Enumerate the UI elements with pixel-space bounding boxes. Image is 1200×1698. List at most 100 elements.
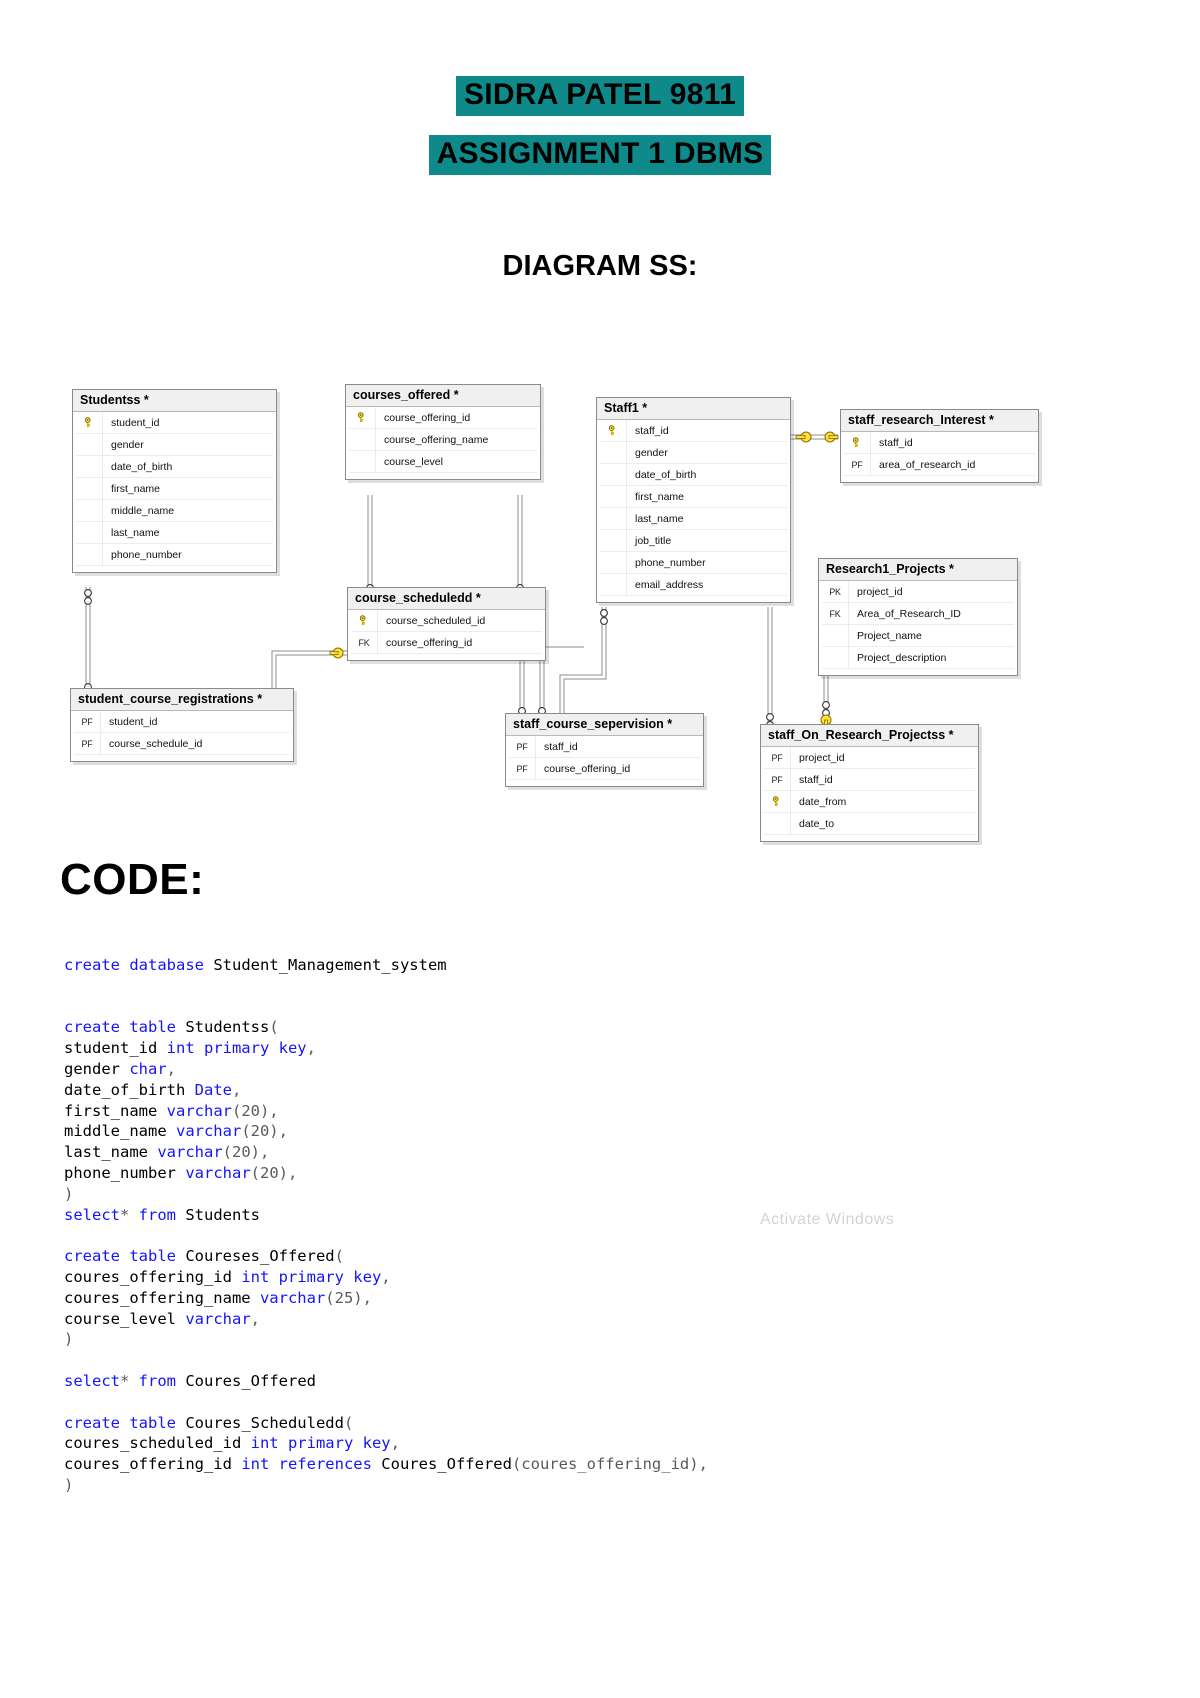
column-gutter — [600, 574, 627, 595]
er-table[interactable]: staff_course_sepervision * PF staff_id PF co… — [505, 713, 704, 787]
code-token: Coures_Offered — [381, 1455, 512, 1474]
er-column-name: phone_number — [635, 556, 706, 569]
title-line-1: SIDRA PATEL 9811 — [0, 76, 1200, 116]
code-token: primary — [278, 1267, 354, 1286]
er-table-title: staff_On_Research_Projectss * — [761, 725, 978, 747]
code-token: Studentss — [185, 1018, 270, 1037]
code-token: table — [129, 1247, 186, 1266]
code-token: select — [64, 1205, 120, 1224]
er-table[interactable]: student_course_registrations * PF student_… — [70, 688, 294, 762]
code-token: (20), — [222, 1143, 270, 1162]
primary-key-icon — [844, 432, 871, 453]
er-column-name: first_name — [111, 482, 161, 495]
code-token: (20), — [231, 1101, 279, 1120]
column-gutter — [600, 486, 627, 507]
er-table-columns: course_scheduled_id FK course_offering_id — [348, 610, 545, 660]
er-table-row: date_from — [764, 791, 975, 813]
document-page: SIDRA PATEL 9811 ASSIGNMENT 1 DBMS DIAGR… — [0, 0, 1200, 1698]
er-column-name: student_id — [111, 416, 160, 429]
code-line: last_name varchar(20), — [64, 1142, 1144, 1163]
er-table-columns: PF project_id PF staff_id date_from date_to — [761, 747, 978, 841]
primary-key-icon — [351, 610, 378, 631]
er-table[interactable]: courses_offered * course_offering_idcours… — [345, 384, 541, 480]
key-flag-label: FK — [822, 603, 849, 624]
code-token: , — [381, 1267, 391, 1286]
er-column-name: course_level — [384, 455, 443, 468]
code-token: int — [250, 1434, 288, 1453]
code-line: first_name varchar(20), — [64, 1101, 1144, 1122]
er-table[interactable]: course_scheduledd * course_scheduled_id FK… — [347, 587, 546, 661]
er-table-row: Project_description — [822, 647, 1014, 669]
code-token: Date — [194, 1080, 232, 1099]
code-token: , — [166, 1059, 176, 1078]
code-token: middle_name — [64, 1122, 176, 1141]
er-column-name: project_id — [799, 751, 845, 764]
er-column-name: job_title — [635, 534, 672, 547]
code-token: varchar — [166, 1101, 232, 1120]
er-table[interactable]: staff_research_Interest * staff_id PF area_… — [840, 409, 1039, 483]
er-column-name: last_name — [635, 512, 684, 525]
key-flag-label: PF — [509, 758, 536, 779]
code-token: int — [241, 1267, 279, 1286]
sql-code-block: create database Student_Management_syste… — [64, 955, 1144, 1496]
er-column-name: Area_of_Research_ID — [857, 607, 961, 620]
er-column-name: Project_description — [857, 651, 947, 664]
er-table-row: last_name — [76, 522, 273, 544]
code-token: varchar — [157, 1143, 223, 1162]
er-table-row: course_offering_id — [349, 407, 537, 429]
er-table-row: first_name — [600, 486, 787, 508]
er-column-name: Project_name — [857, 629, 922, 642]
code-line: coures_offering_name varchar(25), — [64, 1288, 1144, 1309]
code-token: int — [166, 1039, 204, 1058]
code-line: ) — [64, 1475, 1144, 1496]
key-flag-label: PF — [844, 454, 871, 475]
er-table[interactable]: Studentss * student_id gender date_of_birth… — [72, 389, 277, 573]
er-table[interactable]: Staff1 * staff_id gender date_of_birth first… — [596, 397, 791, 603]
er-table-row: gender — [76, 434, 273, 456]
er-column-name: gender — [635, 446, 668, 459]
column-gutter — [76, 456, 103, 477]
er-table-title: student_course_registrations * — [71, 689, 293, 711]
code-token: create — [64, 1247, 130, 1266]
er-table-row: course_scheduled_id — [351, 610, 542, 632]
column-gutter — [600, 442, 627, 463]
er-column-name: project_id — [857, 585, 903, 598]
code-token: student_id — [64, 1039, 167, 1058]
code-token: gender — [64, 1059, 130, 1078]
er-table-row: student_id — [76, 412, 273, 434]
column-gutter — [349, 451, 376, 472]
code-token: ( — [343, 1413, 354, 1432]
code-token: table — [129, 1413, 186, 1432]
er-table-title: courses_offered * — [346, 385, 540, 407]
er-table-row: job_title — [600, 530, 787, 552]
primary-key-icon — [76, 412, 103, 433]
code-token: Coures_Scheduledd — [185, 1413, 344, 1432]
code-token: date_of_birth — [64, 1080, 195, 1099]
er-table[interactable]: Research1_Projects * PK project_id FK Area_o… — [818, 558, 1018, 676]
key-flag-label: PF — [764, 769, 791, 790]
code-token: Student_Management_system — [213, 956, 447, 974]
code-token: ( — [334, 1247, 344, 1266]
code-token: phone_number — [64, 1163, 186, 1182]
er-column-name: date_of_birth — [635, 468, 697, 481]
column-gutter — [600, 508, 627, 529]
title-line-2: ASSIGNMENT 1 DBMS — [0, 135, 1200, 175]
code-token: ) — [64, 1184, 74, 1203]
column-gutter — [76, 544, 103, 565]
er-table-row: gender — [600, 442, 787, 464]
code-token: (20), — [241, 1122, 288, 1141]
code-section-heading: CODE: — [60, 855, 205, 904]
er-column-name: staff_id — [879, 436, 913, 449]
code-token: from — [138, 1205, 186, 1224]
er-column-name: middle_name — [111, 504, 175, 517]
er-table[interactable]: staff_On_Research_Projectss * PF project_i… — [760, 724, 979, 842]
code-token: int — [241, 1455, 279, 1474]
code-token: first_name — [64, 1101, 167, 1120]
er-table-row: staff_id — [844, 432, 1035, 454]
er-column-name: course_offering_id — [544, 762, 631, 775]
code-line: course_level varchar, — [64, 1309, 1144, 1330]
er-table-title: Research1_Projects * — [819, 559, 1017, 581]
code-token: varchar — [185, 1309, 251, 1328]
er-table-row: first_name — [76, 478, 273, 500]
